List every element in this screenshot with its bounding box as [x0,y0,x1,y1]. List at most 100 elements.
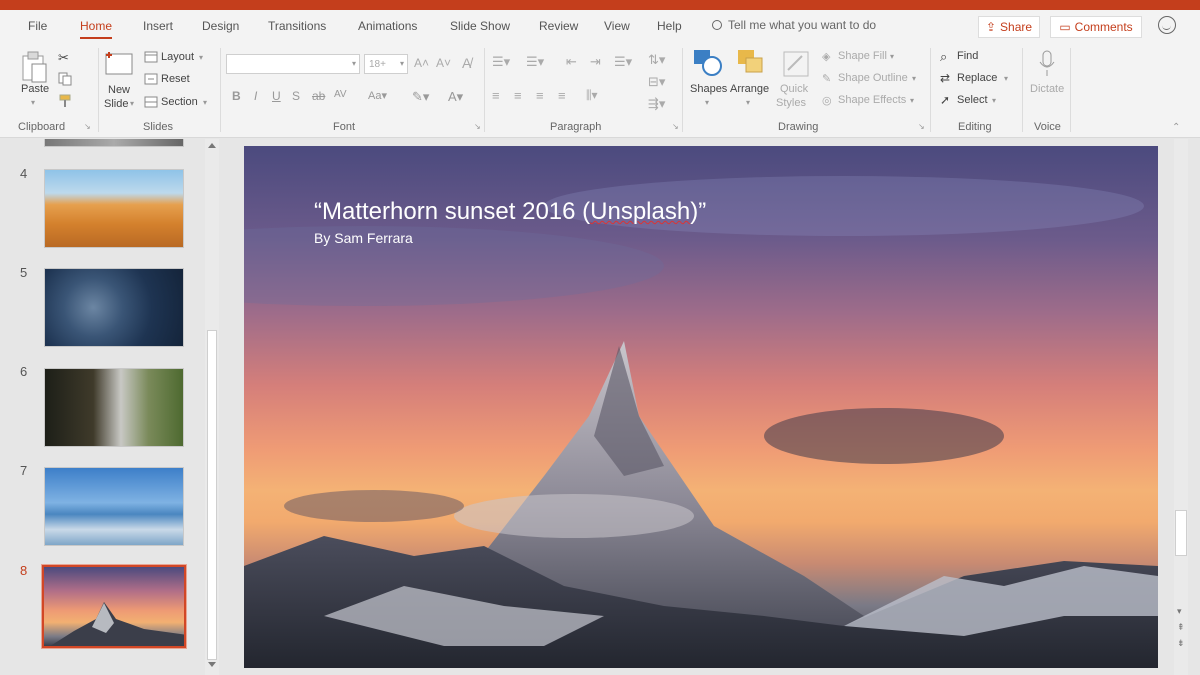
character-spacing-icon[interactable]: AV [334,89,347,100]
previous-slide-icon[interactable]: ⇞ [1177,622,1185,633]
tab-animations[interactable]: Animations [358,19,417,33]
bullets-icon[interactable]: ☰▾ [492,54,510,70]
tell-me-search[interactable]: Tell me what you want to do [712,18,876,32]
arrange-icon[interactable] [736,48,766,78]
align-right-icon[interactable]: ≡ [536,88,544,103]
shapes-label[interactable]: Shapes [690,83,727,95]
quick-styles-label-2[interactable]: Styles [776,97,806,109]
paste-dropdown-icon[interactable]: ▾ [31,98,35,107]
paragraph-launcher-icon[interactable]: ↘ [672,122,679,131]
shape-outline-dropdown-icon[interactable]: ▾ [912,74,916,83]
cut-icon[interactable]: ✂ [58,50,69,66]
align-center-icon[interactable]: ≡ [514,88,522,103]
paste-icon[interactable] [20,50,50,84]
quick-styles-label-1[interactable]: Quick [780,83,808,95]
quick-styles-icon[interactable] [782,50,810,78]
slide-scrollbar[interactable] [1174,139,1188,675]
numbering-icon[interactable]: ☰▾ [526,54,544,70]
slide-thumbnail-7[interactable] [44,467,184,546]
shapes-icon[interactable] [692,48,724,78]
scroll-up-icon[interactable] [208,143,216,148]
scroll-down-icon[interactable] [208,662,216,667]
slide-thumbnail-5[interactable] [44,268,184,347]
slide-thumbnail-8[interactable] [41,564,187,649]
decrease-indent-icon[interactable]: ⇤ [566,54,577,70]
share-button[interactable]: ⇪ Share [978,16,1040,38]
grow-font-icon[interactable]: A˄ [414,56,429,70]
shape-fill-button[interactable]: Shape Fill [838,50,887,62]
font-name-dropdown-icon[interactable]: ▾ [352,59,356,68]
columns-icon[interactable]: ⫼▾ [586,88,598,103]
shrink-font-icon[interactable]: A˅ [436,56,451,70]
font-color-icon[interactable]: A▾ [448,89,463,105]
change-case-icon[interactable]: Aa▾ [368,89,387,102]
next-slide-icon[interactable]: ⇟ [1177,638,1185,649]
select-dropdown-icon[interactable]: ▾ [992,96,996,105]
italic-icon[interactable]: I [254,89,257,103]
copy-icon[interactable] [58,72,72,86]
underline-icon[interactable]: U [272,89,281,103]
justify-icon[interactable]: ≡ [558,88,566,103]
drawing-launcher-icon[interactable]: ↘ [918,122,925,131]
shape-effects-button[interactable]: Shape Effects [838,94,906,106]
tab-file[interactable]: File [28,19,47,33]
tab-transitions[interactable]: Transitions [268,19,326,33]
layout-button[interactable]: Layout [161,51,194,63]
slide-thumbnail-4[interactable] [44,169,184,248]
align-left-icon[interactable]: ≡ [492,88,500,103]
align-text-icon[interactable]: ⊟▾ [648,74,665,90]
slide-thumbnail-partial[interactable] [44,139,184,147]
comments-button[interactable]: ▭ Comments [1050,16,1142,38]
tab-design[interactable]: Design [202,19,239,33]
tab-help[interactable]: Help [657,19,682,33]
slide-scrollbar-thumb[interactable] [1175,510,1187,556]
replace-button[interactable]: Replace [957,72,997,84]
highlight-color-icon[interactable]: ✎▾ [412,89,429,105]
arrange-dropdown-icon[interactable]: ▾ [746,98,750,107]
shape-effects-dropdown-icon[interactable]: ▾ [910,96,914,105]
dictate-label[interactable]: Dictate [1030,83,1064,95]
bold-icon[interactable]: B [232,89,241,103]
text-direction-icon[interactable]: ⇅▾ [648,52,665,68]
collapse-ribbon-icon[interactable]: ⌃ [1172,122,1180,133]
font-launcher-icon[interactable]: ↘ [474,122,481,131]
line-spacing-icon[interactable]: ☰▾ [614,54,632,70]
convert-smartart-icon[interactable]: ⇶▾ [648,96,665,112]
section-button[interactable]: Section [161,96,198,108]
slide-title[interactable]: “Matterhorn sunset 2016 (Unsplash)” [314,198,706,226]
tab-review[interactable]: Review [539,19,578,33]
thumbnail-scrollbar-thumb[interactable] [207,330,217,660]
clear-formatting-icon[interactable]: A̸ [462,55,471,71]
new-slide-icon[interactable] [104,50,134,76]
slide-subtitle[interactable]: By Sam Ferrara [314,230,413,246]
tab-slide-show[interactable]: Slide Show [450,19,510,33]
find-button[interactable]: Find [957,50,978,62]
format-painter-icon[interactable] [58,94,72,108]
shape-fill-dropdown-icon[interactable]: ▾ [890,52,894,61]
tab-insert[interactable]: Insert [143,19,173,33]
replace-dropdown-icon[interactable]: ▾ [1004,74,1008,83]
shape-outline-button[interactable]: Shape Outline [838,72,908,84]
tab-home[interactable]: Home [80,19,113,39]
slide-thumbnail-6[interactable] [44,368,184,447]
shapes-dropdown-icon[interactable]: ▾ [705,98,709,107]
feedback-smiley-icon[interactable] [1158,16,1176,34]
shadow-icon[interactable]: S [292,89,300,103]
microphone-icon[interactable] [1038,50,1056,78]
paste-label[interactable]: Paste [21,83,49,95]
new-slide-dropdown-icon[interactable]: ▾ [130,99,134,108]
scroll-down-icon[interactable]: ▾ [1177,606,1182,617]
clipboard-launcher-icon[interactable]: ↘ [84,122,91,131]
reset-button[interactable]: Reset [161,73,190,85]
font-name-input[interactable] [226,54,360,74]
tab-view[interactable]: View [604,19,630,33]
strikethrough-icon[interactable]: ab [312,89,325,103]
slide-canvas[interactable]: “Matterhorn sunset 2016 (Unsplash)” By S… [244,146,1158,668]
arrange-label[interactable]: Arrange [730,83,769,95]
select-button[interactable]: Select [957,94,988,106]
new-slide-label-2[interactable]: Slide [104,98,128,110]
layout-dropdown-icon[interactable]: ▾ [199,53,203,62]
new-slide-label-1[interactable]: New [108,84,130,96]
section-dropdown-icon[interactable]: ▾ [203,98,207,107]
font-size-dropdown-icon[interactable]: ▾ [400,59,404,68]
